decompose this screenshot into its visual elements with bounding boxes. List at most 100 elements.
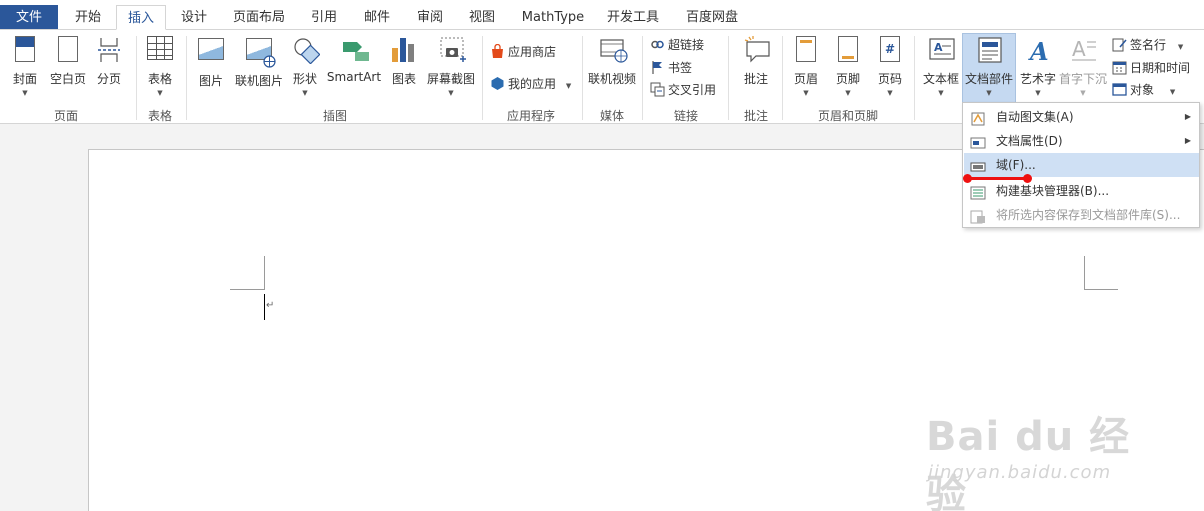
document-property-icon — [970, 134, 986, 149]
annotation-underline — [966, 177, 1028, 180]
drop-cap-button[interactable]: A 首字下沉 ▼ — [1058, 34, 1108, 98]
my-apps-icon — [490, 76, 505, 91]
page-number-button[interactable]: # 页码 ▼ — [872, 34, 908, 98]
tab-review[interactable]: 审阅 — [408, 5, 452, 30]
group-divider — [186, 36, 187, 120]
picture-icon — [198, 38, 224, 66]
blank-page-button[interactable]: 空白页 — [46, 34, 90, 98]
group-divider — [642, 36, 643, 120]
chevron-down-icon: ▼ — [1035, 89, 1041, 97]
text-box-button[interactable]: A 文本框 ▼ — [920, 34, 962, 98]
screenshot-button[interactable]: 屏幕截图 ▼ — [424, 34, 478, 98]
crop-mark-right-vertical — [1084, 256, 1085, 290]
tab-page-layout[interactable]: 页面布局 — [228, 5, 290, 30]
page-break-icon — [96, 36, 122, 64]
menu-item-document-property[interactable]: 文档属性(D) ▶ — [964, 129, 1199, 153]
wordart-icon: A — [1025, 36, 1051, 66]
crop-mark-left-vertical — [264, 256, 265, 290]
tab-baidu-netdisk[interactable]: 百度网盘 — [678, 5, 746, 30]
quick-parts-icon — [976, 36, 1002, 64]
chart-icon — [391, 36, 417, 64]
menu-item-building-blocks-organizer[interactable]: 构建基块管理器(B)... — [964, 179, 1199, 203]
menu-item-save-selection-to-gallery[interactable]: 将所选内容保存到文档部件库(S)... — [964, 203, 1199, 227]
tab-file[interactable]: 文件 — [0, 5, 58, 30]
paragraph-mark-icon: ↵ — [266, 300, 275, 311]
group-label-header-footer: 页眉和页脚 — [817, 109, 878, 123]
my-apps-button[interactable]: 我的应用 ▼ — [490, 74, 571, 94]
comment-icon — [743, 36, 770, 64]
group-divider — [136, 36, 137, 120]
menu-item-field[interactable]: 域(F)... — [964, 153, 1199, 177]
tab-insert[interactable]: 插入 — [116, 5, 166, 30]
chevron-down-icon: ▼ — [986, 89, 992, 97]
field-icon — [970, 158, 986, 172]
group-label-links: 链接 — [673, 109, 698, 123]
tab-view[interactable]: 视图 — [460, 5, 504, 30]
tab-home[interactable]: 开始 — [64, 5, 112, 30]
quick-parts-menu: 自动图文集(A) ▶ 文档属性(D) ▶ 域(F)... 构建基块管理器(B).… — [962, 102, 1200, 228]
crop-mark-right-horizontal — [1084, 289, 1118, 290]
hyperlink-button[interactable]: 超链接 — [650, 35, 704, 55]
blank-page-icon — [55, 36, 81, 64]
autotext-icon — [970, 110, 986, 126]
online-video-button[interactable]: 联机视频 — [586, 34, 638, 98]
group-label-pages: 页面 — [53, 109, 78, 123]
date-time-button[interactable]: 日期和时间 — [1112, 58, 1190, 78]
annotation-dot-end — [1023, 174, 1032, 183]
chart-button[interactable]: 图表 — [386, 34, 422, 98]
group-label-media: 媒体 — [599, 109, 624, 123]
bookmark-button[interactable]: 书签 — [650, 58, 692, 78]
online-picture-button[interactable]: 联机图片 — [232, 34, 286, 98]
group-label-comments: 批注 — [743, 109, 768, 123]
shapes-button[interactable]: 形状 ▼ — [288, 34, 322, 98]
tab-mathtype[interactable]: MathType — [514, 5, 592, 30]
group-divider — [782, 36, 783, 120]
calendar-icon — [1112, 60, 1127, 75]
text-box-icon: A — [928, 36, 955, 64]
object-icon — [1112, 82, 1127, 97]
office-store-button[interactable]: 应用商店 — [490, 42, 556, 62]
page-break-button[interactable]: 分页 — [92, 34, 126, 98]
group-label-apps: 应用程序 — [506, 109, 555, 123]
menu-item-autotext[interactable]: 自动图文集(A) ▶ — [964, 105, 1199, 129]
smartart-button[interactable]: SmartArt — [326, 34, 382, 98]
header-button[interactable]: 页眉 ▼ — [788, 34, 824, 98]
chevron-down-icon: ▼ — [302, 89, 308, 97]
screenshot-icon — [438, 36, 466, 64]
link-icon — [650, 37, 665, 52]
object-button[interactable]: 对象 ▼ — [1112, 80, 1175, 100]
drop-cap-icon: A — [1070, 36, 1096, 64]
baidu-jingyan-watermark: Bai du 经验 jingyan.baidu.com — [926, 404, 1166, 511]
footer-icon — [835, 36, 861, 64]
chevron-down-icon: ▼ — [448, 89, 454, 97]
table-button[interactable]: 表格 ▼ — [142, 34, 178, 98]
online-picture-icon — [246, 38, 276, 68]
group-divider — [914, 36, 915, 120]
footer-button[interactable]: 页脚 ▼ — [830, 34, 866, 98]
quick-parts-button[interactable]: 文档部件 ▼ — [962, 33, 1016, 103]
tab-mailings[interactable]: 邮件 — [354, 5, 400, 30]
chevron-down-icon: ▼ — [157, 89, 163, 97]
cross-reference-button[interactable]: 交叉引用 — [650, 80, 716, 100]
group-label-illustrations: 插图 — [322, 109, 347, 123]
tab-developer[interactable]: 开发工具 — [600, 5, 666, 30]
group-divider — [482, 36, 483, 120]
group-label-tables: 表格 — [147, 109, 172, 123]
tab-design[interactable]: 设计 — [170, 5, 218, 30]
wordart-button[interactable]: A 艺术字 ▼ — [1018, 34, 1058, 98]
cover-page-button[interactable]: 封面 ▼ — [6, 34, 44, 98]
tab-references[interactable]: 引用 — [302, 5, 346, 30]
comment-button[interactable]: 批注 — [734, 34, 778, 98]
signature-line-button[interactable]: 签名行 ▼ — [1112, 35, 1183, 55]
svg-text:A: A — [934, 41, 943, 54]
svg-text:A: A — [1072, 37, 1086, 61]
online-video-icon — [599, 36, 628, 64]
text-cursor — [264, 294, 265, 320]
store-bag-icon — [490, 43, 505, 59]
signature-pen-icon — [1112, 37, 1127, 52]
chevron-down-icon: ▼ — [1080, 89, 1086, 97]
picture-button[interactable]: 图片 — [194, 34, 228, 98]
chevron-down-icon: ▼ — [887, 89, 893, 97]
watermark-url: jingyan.baidu.com — [928, 462, 1112, 483]
building-blocks-icon — [970, 184, 986, 200]
